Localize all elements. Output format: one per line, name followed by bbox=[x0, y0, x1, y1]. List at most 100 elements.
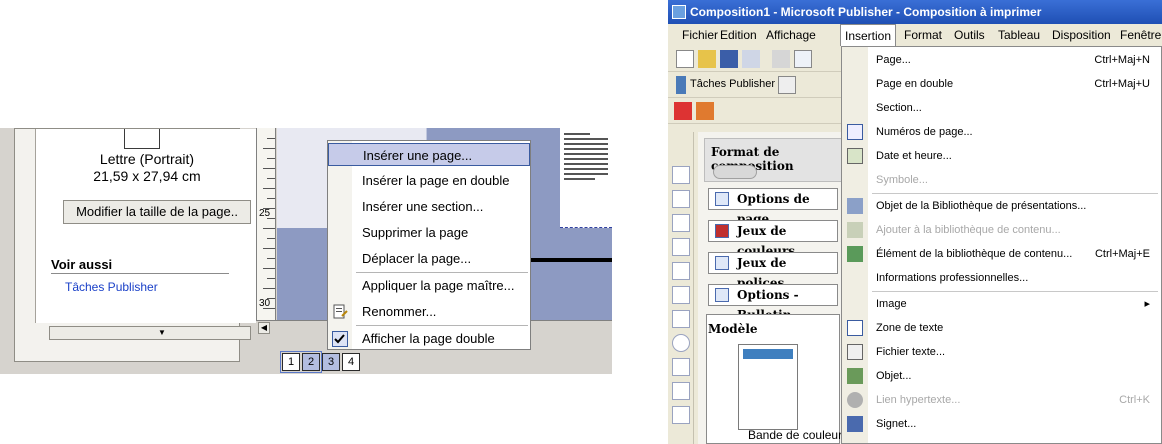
menu-item-business-info[interactable]: Informations professionnelles... bbox=[842, 267, 1162, 289]
menu-item-label: Zone de texte bbox=[876, 322, 944, 334]
menu-item-label: Date et heure... bbox=[876, 150, 952, 162]
menu-outils[interactable]: Outils bbox=[954, 24, 985, 46]
chevron-left-icon[interactable]: ◀ bbox=[258, 322, 270, 334]
menu-fenetre[interactable]: Fenêtre bbox=[1120, 24, 1161, 46]
menu-item-label: Numéros de page... bbox=[876, 126, 973, 138]
publisher-app-icon bbox=[672, 5, 686, 19]
menu-separator bbox=[356, 325, 528, 326]
shortcut: Ctrl+Maj+U bbox=[1094, 78, 1150, 90]
menu-item-bookmark[interactable]: Signet... bbox=[842, 413, 1162, 435]
menu-item-text-file[interactable]: Fichier texte... bbox=[842, 341, 1162, 363]
styles-icon[interactable] bbox=[778, 76, 796, 94]
arrow-tool-icon[interactable] bbox=[672, 310, 690, 328]
page-options-button[interactable]: Options de page bbox=[708, 188, 838, 226]
picture-tool-icon[interactable] bbox=[672, 262, 690, 280]
menu-item-move-page[interactable]: Déplacer la page... bbox=[328, 247, 530, 270]
menu-item-insert-page[interactable]: Insérer une page... bbox=[328, 143, 530, 166]
menu-item-two-page-spread[interactable]: Afficher la page double bbox=[328, 327, 530, 350]
menu-item-hyperlink: Lien hypertexte... Ctrl+K bbox=[842, 389, 1162, 411]
text-box-tool-icon[interactable] bbox=[672, 190, 690, 208]
hotspot-tool-icon[interactable] bbox=[672, 406, 690, 424]
page-tab-1[interactable]: 1 bbox=[282, 353, 300, 371]
menu-item-object[interactable]: Objet... bbox=[842, 365, 1162, 387]
page-navigator: 1 2 3 4 bbox=[282, 353, 362, 371]
autoshapes-tool-icon[interactable] bbox=[672, 382, 690, 400]
tasks-icon bbox=[676, 76, 686, 94]
print-icon[interactable] bbox=[772, 50, 790, 68]
insertion-menu: Page... Ctrl+Maj+N Page en double Ctrl+Maj… bbox=[841, 46, 1162, 444]
page-size-pane: Lettre (Portrait) 21,59 x 27,94 cm Modif… bbox=[14, 128, 257, 362]
menu-item-duplicate-page[interactable]: Insérer la page en double bbox=[328, 169, 530, 192]
menu-tableau[interactable]: Tableau bbox=[998, 24, 1040, 46]
menu-item-duplicate-page[interactable]: Page en double Ctrl+Maj+U bbox=[842, 73, 1162, 95]
menu-item-label: Section... bbox=[876, 102, 922, 114]
back-forward-icon[interactable] bbox=[713, 165, 757, 179]
menu-item-label: Signet... bbox=[876, 418, 917, 430]
menu-item-section[interactable]: Section... bbox=[842, 97, 1162, 119]
menu-edition[interactable]: Edition bbox=[720, 24, 757, 46]
font-schemes-icon bbox=[715, 256, 729, 270]
save-icon[interactable] bbox=[720, 50, 738, 68]
layout-icon[interactable] bbox=[696, 102, 714, 120]
publisher-tasks-link[interactable]: Tâches Publisher bbox=[65, 280, 158, 294]
document-page-preview[interactable] bbox=[560, 128, 612, 228]
newsletter-options-button[interactable]: Options - Bulletin bbox=[708, 284, 838, 322]
menu-item-date-time[interactable]: Date et heure... bbox=[842, 145, 1162, 167]
menu-item-page[interactable]: Page... Ctrl+Maj+N bbox=[842, 49, 1162, 71]
menu-item-picture[interactable]: Image ▸ bbox=[842, 293, 1162, 315]
table-tool-icon[interactable] bbox=[672, 214, 690, 232]
menu-fichier[interactable]: Fichier bbox=[682, 24, 718, 46]
menu-item-label: Objet de la Bibliothèque de présentation… bbox=[876, 200, 1087, 212]
menu-item-add-to-library: Ajouter à la bibliothèque de contenu... bbox=[842, 219, 1162, 241]
page-tab-3[interactable]: 3 bbox=[322, 353, 340, 371]
oval-tool-icon[interactable] bbox=[672, 334, 690, 352]
window-title-bar[interactable]: Composition1 - Microsoft Publisher - Com… bbox=[668, 0, 1162, 24]
print-preview-icon[interactable] bbox=[794, 50, 812, 68]
menu-item-design-gallery[interactable]: Objet de la Bibliothèque de présentation… bbox=[842, 195, 1162, 217]
menu-item-rename[interactable]: Renommer... bbox=[328, 300, 530, 323]
task-pane-header: Format de composition bbox=[704, 138, 848, 182]
menu-item-insert-section[interactable]: Insérer une section... bbox=[328, 195, 530, 218]
menu-disposition[interactable]: Disposition bbox=[1052, 24, 1111, 46]
vertical-ruler: 25 30 bbox=[256, 128, 276, 320]
page-thumbnail[interactable] bbox=[124, 129, 160, 149]
design-icon[interactable] bbox=[674, 102, 692, 120]
select-tool-icon[interactable] bbox=[672, 166, 690, 184]
menu-affichage[interactable]: Affichage bbox=[766, 24, 816, 46]
color-band-thumbnail[interactable] bbox=[738, 344, 798, 430]
menu-item-label: Page en double bbox=[876, 78, 954, 90]
page-size-name: Lettre (Portrait) bbox=[99, 151, 195, 167]
line-tool-icon[interactable] bbox=[672, 286, 690, 304]
page-context-menu: Insérer une page... Insérer la page en d… bbox=[327, 140, 531, 350]
menu-item-label: Image bbox=[876, 298, 907, 310]
page-tab-2[interactable]: 2 bbox=[302, 353, 320, 371]
wordart-tool-icon[interactable] bbox=[672, 238, 690, 256]
menu-insertion[interactable]: Insertion bbox=[840, 24, 897, 47]
menu-item-label: Ajouter à la bibliothèque de contenu... bbox=[876, 224, 1061, 236]
resize-page-button[interactable]: Modifier la taille de la page.. bbox=[63, 200, 251, 224]
menu-item-page-numbers[interactable]: Numéros de page... bbox=[842, 121, 1162, 143]
divider bbox=[51, 273, 229, 274]
ruler-number: 30 bbox=[259, 298, 271, 309]
mail-icon[interactable] bbox=[742, 50, 760, 68]
rectangle-tool-icon[interactable] bbox=[672, 358, 690, 376]
toolbar-tasks-label[interactable]: Tâches Publisher bbox=[690, 78, 775, 90]
model-caption: Bande de couleurs bbox=[748, 428, 849, 442]
shortcut: Ctrl+Maj+N bbox=[1094, 54, 1150, 66]
new-document-icon[interactable] bbox=[676, 50, 694, 68]
window-title: Composition1 - Microsoft Publisher - Com… bbox=[690, 5, 1042, 19]
menu-bar: Fichier Edition Affichage Insertion Form… bbox=[668, 24, 1162, 47]
menu-item-label: Élément de la bibliothèque de contenu... bbox=[876, 248, 1073, 260]
menu-item-apply-master[interactable]: Appliquer la page maître... bbox=[328, 274, 530, 297]
chevron-down-icon[interactable]: ▼ bbox=[158, 327, 166, 339]
page-tab-4[interactable]: 4 bbox=[342, 353, 360, 371]
menu-item-delete-page[interactable]: Supprimer la page bbox=[328, 221, 530, 244]
font-schemes-button[interactable]: Jeux de polices bbox=[708, 252, 838, 290]
open-folder-icon[interactable] bbox=[698, 50, 716, 68]
pane-scrollbar[interactable]: ▼ bbox=[49, 326, 251, 340]
menu-item-text-box[interactable]: Zone de texte bbox=[842, 317, 1162, 339]
menu-format[interactable]: Format bbox=[904, 24, 942, 46]
menu-item-content-library[interactable]: Élément de la bibliothèque de contenu...… bbox=[842, 243, 1162, 265]
color-schemes-button[interactable]: Jeux de couleurs bbox=[708, 220, 838, 258]
menu-item-label: Informations professionnelles... bbox=[876, 272, 1029, 284]
